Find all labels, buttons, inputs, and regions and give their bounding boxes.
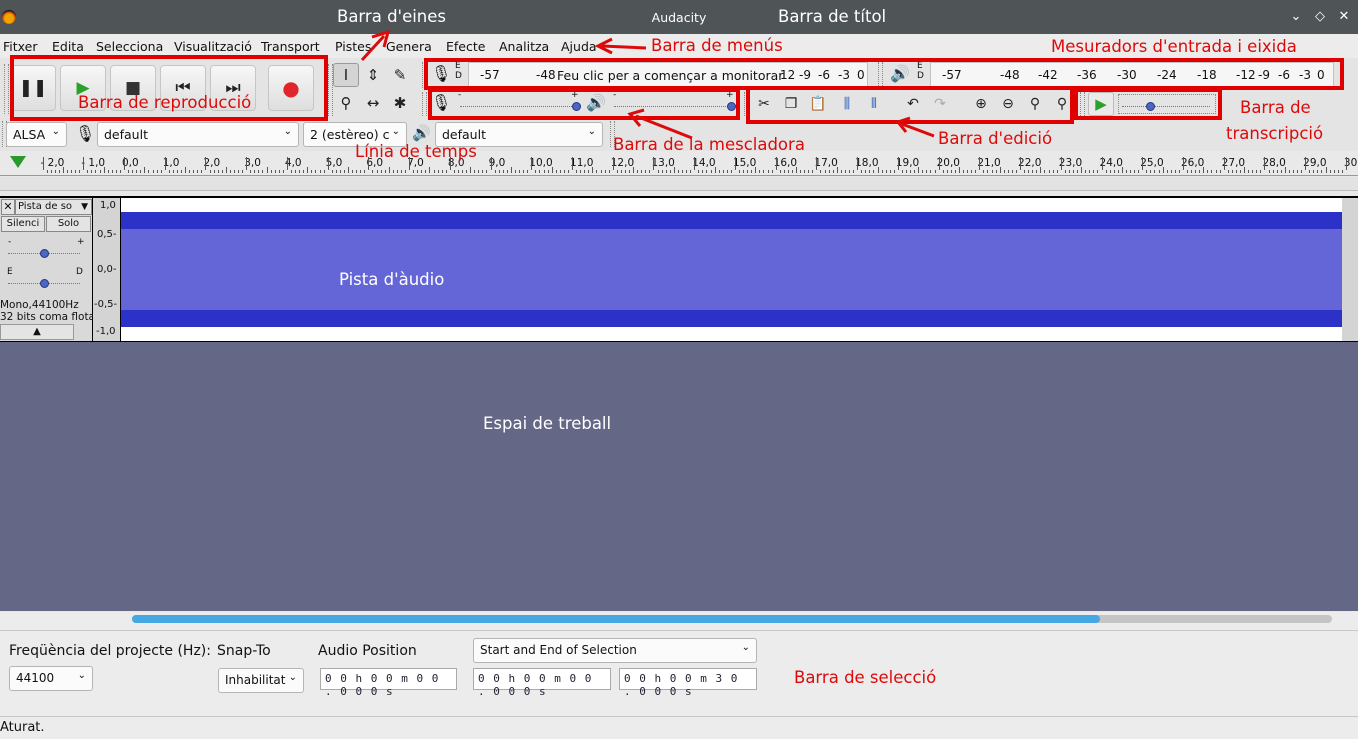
workspace-annotation: Espai de treball	[483, 414, 612, 433]
audio-track-annotation: Pista d'àudio	[339, 270, 445, 289]
transcription-annotation-line1: Barra de	[1240, 98, 1311, 117]
edit-arrow	[895, 116, 935, 138]
transport-annotation: Barra de reproducció	[78, 93, 252, 112]
selection-annotation: Barra de selecció	[794, 668, 937, 687]
meters-annotation: Mesuradors d'entrada i eixida	[1051, 37, 1297, 56]
toolbars-annotation: Barra d'eines	[337, 7, 447, 26]
mixer-annotation: Barra de la mescladora	[613, 135, 805, 154]
titlebar-annotation: Barra de títol	[778, 7, 887, 26]
toolbars-arrow	[360, 29, 391, 62]
timeline-annotation: Línia de temps	[355, 142, 477, 161]
edit-annotation: Barra d'edició	[938, 129, 1053, 148]
mixer-arrow	[627, 108, 693, 140]
menubar-annotation: Barra de menús	[651, 36, 783, 55]
menubar-arrow	[594, 37, 647, 55]
transcription-annotation-line2: transcripció	[1226, 124, 1324, 143]
